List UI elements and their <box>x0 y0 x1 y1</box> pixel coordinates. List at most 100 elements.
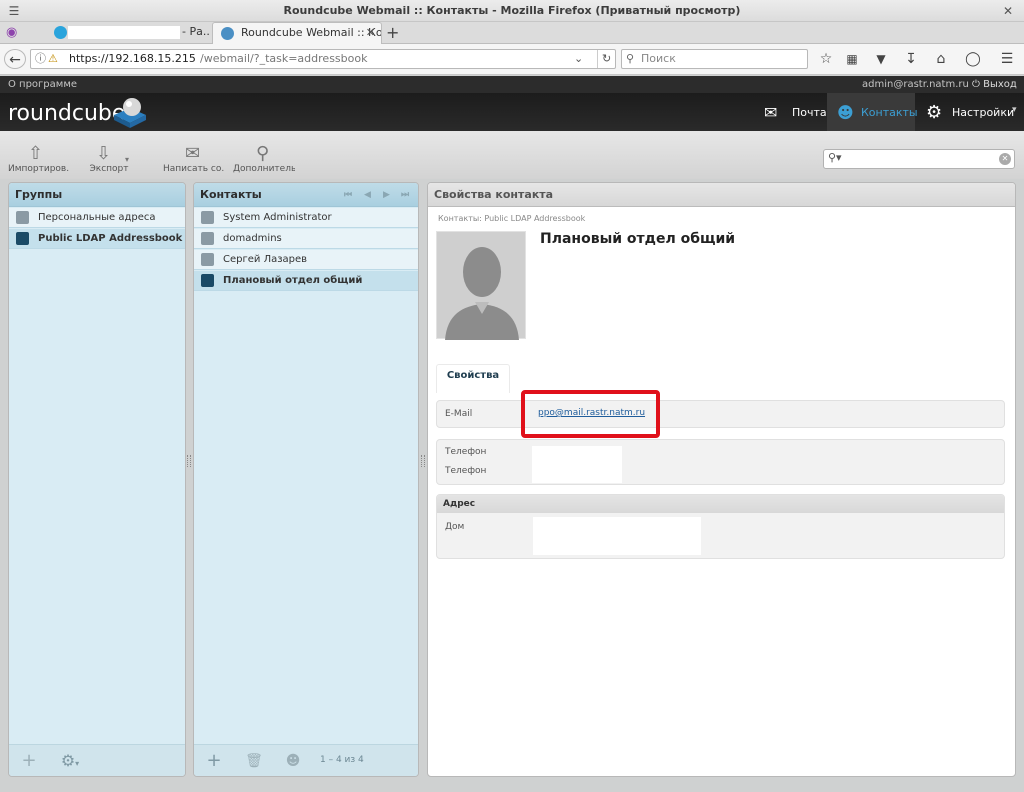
roundcube-logo[interactable]: roundcube <box>8 101 125 126</box>
groups-title: Группы <box>9 183 185 207</box>
redacted-area <box>532 446 622 483</box>
library-icon[interactable]: ▦ <box>841 49 863 69</box>
contact-row[interactable]: domadmins <box>194 229 418 249</box>
tab-strip: ◉ - Ра... Roundcube Webmail :: Ко... ✕ + <box>0 22 1024 44</box>
header-menu-icon[interactable]: ▾ <box>1012 105 1017 115</box>
clear-search-icon[interactable]: ✕ <box>999 153 1011 165</box>
window-menu-icon[interactable]: ☰ <box>6 0 22 22</box>
about-link[interactable]: О программе <box>8 76 77 93</box>
search-options-icon[interactable]: ⚲▾ <box>828 151 842 164</box>
contact-row-selected[interactable]: Плановый отдел общий <box>194 271 418 291</box>
group-ldap[interactable]: Public LDAP Addressbook <box>9 229 185 249</box>
compose-button[interactable]: ✉ Написать со... <box>163 135 225 177</box>
prev-page-icon[interactable]: ◀ <box>364 183 371 207</box>
back-arrow-icon[interactable]: ← <box>4 49 26 69</box>
more-button[interactable]: ⚲ Дополнитель... <box>233 135 295 177</box>
contact-photo <box>436 231 526 340</box>
pocket-icon[interactable]: ▼ <box>870 49 892 69</box>
address-fieldset: Адрес Дом <box>436 494 1005 559</box>
import-label: Импортиров... <box>8 164 70 174</box>
logout-button[interactable]: ⏻ Выход <box>972 76 1017 93</box>
export-dropdown-icon[interactable]: ▾ <box>125 155 129 164</box>
search-icon: ⚲ <box>626 52 635 65</box>
tab-roundcube[interactable]: Roundcube Webmail :: Ко... ✕ <box>212 22 382 44</box>
browser-search-input[interactable]: ⚲ Поиск <box>621 49 808 69</box>
home-icon[interactable]: ⌂ <box>930 49 952 69</box>
contact-search-input[interactable]: ⚲▾ ✕ <box>823 149 1015 169</box>
tab-properties[interactable]: Свойства <box>436 364 510 393</box>
task-mail-label: Почта <box>792 106 827 119</box>
window-title: Roundcube Webmail :: Контакты - Mozilla … <box>283 4 741 17</box>
add-group-icon[interactable]: + <box>17 750 41 772</box>
splitter-handle[interactable] <box>421 455 425 467</box>
import-button[interactable]: ⇧ Импортиров... <box>8 135 70 177</box>
task-contacts-button[interactable]: ☻ Контакты <box>827 93 918 131</box>
groups-footer: + ⚙▾ <box>9 744 185 776</box>
contact-details-title: Свойства контакта <box>428 183 1015 207</box>
bookmark-star-icon[interactable]: ☆ <box>815 49 837 69</box>
addressbook-icon <box>16 232 29 245</box>
info-icon[interactable]: ⓘ <box>35 50 46 68</box>
task-settings-button[interactable]: ⚙ Настройки <box>918 93 1014 131</box>
avatar-silhouette-icon <box>445 247 519 340</box>
url-dropdown-icon[interactable]: ⌄ <box>574 50 583 68</box>
contact-row-label: Сергей Лазарев <box>223 254 308 265</box>
email-label: E-Mail <box>445 409 473 419</box>
splitter-handle[interactable] <box>187 455 191 467</box>
next-page-icon[interactable]: ▶ <box>383 183 390 207</box>
redacted-area <box>68 26 180 39</box>
first-page-icon[interactable]: ⏮ <box>344 183 352 207</box>
hamburger-menu-icon[interactable]: ☰ <box>996 49 1018 69</box>
task-mail-button[interactable]: ✉ Почта <box>758 93 827 131</box>
group-personal-label: Персональные адреса <box>38 212 156 223</box>
power-icon: ⏻ <box>972 79 980 90</box>
person-icon: ☻ <box>837 103 854 122</box>
tab-roundcube-label: Roundcube Webmail :: Ко... <box>241 26 382 39</box>
chat-icon[interactable]: ◯ <box>962 49 984 69</box>
address-home-label: Дом <box>445 522 465 532</box>
addressbook-icon <box>16 211 29 224</box>
task-contacts-label: Контакты <box>861 106 918 119</box>
download-icon[interactable]: ↧ <box>900 49 922 69</box>
url-host: https://192.168.15.215 <box>69 52 196 65</box>
address-heading: Адрес <box>437 495 1004 513</box>
contact-row[interactable]: Сергей Лазарев <box>194 250 418 270</box>
contact-row-label: System Administrator <box>223 212 332 223</box>
reload-icon[interactable]: ↻ <box>597 50 611 68</box>
url-bar[interactable]: ⓘ ⚠ https://192.168.15.215 /webmail/?_ta… <box>30 49 616 69</box>
close-tab-icon[interactable]: ✕ <box>366 23 375 43</box>
groups-panel: Группы Персональные адреса Public LDAP A… <box>8 182 186 777</box>
roundcube-favicon-icon <box>221 27 234 40</box>
logout-label: Выход <box>983 79 1017 90</box>
new-tab-icon[interactable]: + <box>386 23 399 42</box>
contact-row[interactable]: System Administrator <box>194 208 418 228</box>
contact-person-icon <box>201 274 214 287</box>
remove-from-group-icon[interactable]: ☻ <box>280 750 306 772</box>
last-page-icon[interactable]: ⏭ <box>401 183 409 207</box>
contacts-panel: Контакты ⏮ ◀ ▶ ⏭ System Administrator do… <box>193 182 419 777</box>
tab-first[interactable]: - Ра... <box>46 22 210 44</box>
compose-label: Написать со... <box>163 164 225 174</box>
contacts-count: 1 – 4 из 4 <box>320 755 364 765</box>
trash-icon[interactable]: 🗑 <box>242 750 266 772</box>
redacted-area <box>533 517 701 555</box>
topline: О программе admin@rastr.natm.ru ⏻ Выход <box>0 76 1024 93</box>
contact-row-label: Плановый отдел общий <box>223 275 363 286</box>
add-contact-icon[interactable]: + <box>202 750 226 772</box>
more-label: Дополнитель... <box>233 164 295 174</box>
export-button[interactable]: ⇩ ▾ Экспорт <box>78 135 140 177</box>
envelope-icon: ✉ <box>764 103 778 122</box>
contact-source: Контакты: Public LDAP Addressbook <box>438 214 586 223</box>
close-window-icon[interactable]: ✕ <box>1000 0 1016 22</box>
window-titlebar: ☰ Roundcube Webmail :: Контакты - Mozill… <box>0 0 1024 22</box>
import-icon: ⇧ <box>28 143 44 164</box>
group-actions-gear-icon[interactable]: ⚙▾ <box>53 750 87 772</box>
email-link[interactable]: ppo@mail.rastr.natm.ru <box>538 408 645 418</box>
contact-person-icon <box>201 253 214 266</box>
group-personal[interactable]: Персональные адреса <box>9 208 185 228</box>
export-icon: ⇩ <box>96 143 112 164</box>
tab-properties-label: Свойства <box>446 370 500 381</box>
insecure-lock-icon[interactable]: ⚠ <box>48 50 58 68</box>
contact-person-icon <box>201 232 214 245</box>
url-path: /webmail/?_task=addressbook <box>200 52 368 65</box>
